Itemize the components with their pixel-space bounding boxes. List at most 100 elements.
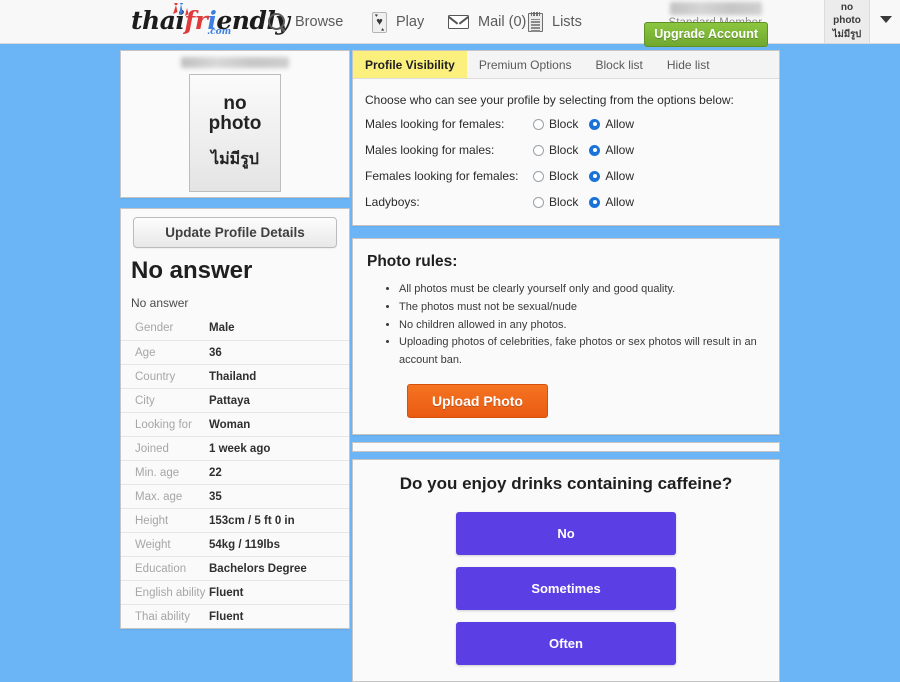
profile-detail-value: Fluent	[209, 586, 244, 599]
account-username-redacted	[670, 2, 762, 15]
poll-option-often[interactable]: Often	[456, 622, 676, 666]
profile-detail-row: Max. age 35	[121, 484, 349, 508]
visibility-radio-group: Block Allow	[533, 195, 634, 209]
no-photo-placeholder[interactable]: no photo ไม่มีรูป	[189, 74, 281, 192]
profile-detail-key: Country	[135, 370, 176, 383]
upload-photo-button[interactable]: Upload Photo	[407, 384, 548, 419]
profile-detail-row: Weight 54kg / 119lbs	[121, 532, 349, 556]
poll-option-sometimes[interactable]: Sometimes	[456, 567, 676, 611]
profile-detail-key: Joined	[135, 442, 169, 455]
site-header: thaifriendly .com Browse ♥ ♥ ♥ Play Mail…	[0, 0, 900, 47]
radio-option-allow[interactable]: Allow	[589, 117, 634, 131]
visibility-row: Males looking for males: Block Allow	[353, 137, 779, 163]
visibility-row: Males looking for females: Block Allow	[353, 111, 779, 137]
avatar-no-label: no	[840, 2, 854, 14]
profile-detail-key: Age	[135, 346, 156, 359]
radio-label-allow: Allow	[605, 195, 635, 209]
radio-block-icon[interactable]	[533, 144, 544, 156]
photo-rule-item: Uploading photos of celebrities, fake ph…	[399, 334, 765, 370]
radio-allow-icon[interactable]	[589, 144, 601, 156]
profile-detail-key: Gender	[135, 322, 174, 335]
nav-label-browse: Browse	[295, 14, 344, 30]
nav-label-play: Play	[396, 14, 425, 30]
profile-details-list: Gender Male Age 36 Country Thailand City Pattay…	[121, 316, 349, 628]
radio-label-block: Block	[549, 143, 579, 157]
no-photo-line1: no	[223, 92, 247, 114]
visibility-row-label: Males looking for females:	[365, 117, 505, 131]
radio-allow-icon[interactable]	[589, 196, 601, 208]
account-avatar[interactable]: no photo ไม่มีรูป	[824, 0, 870, 43]
photo-rules-panel: Photo rules: All photos must be clearly …	[352, 238, 780, 436]
sidebar-column: no photo ไม่มีรูป Update Profile Details…	[120, 50, 350, 630]
radio-allow-icon[interactable]	[589, 170, 601, 182]
nav-item-browse[interactable]: Browse	[268, 10, 343, 34]
radio-block-icon[interactable]	[533, 118, 544, 130]
profile-detail-row: Height 153cm / 5 ft 0 in	[121, 508, 349, 532]
radio-option-block[interactable]: Block	[533, 143, 578, 157]
notepad-icon	[528, 11, 543, 32]
profile-details-panel: Update Profile Details No answer No answ…	[120, 208, 350, 630]
profile-detail-row: Min. age 22	[121, 460, 349, 484]
visibility-radio-group: Block Allow	[533, 117, 634, 131]
profile-detail-key: English ability	[135, 586, 206, 599]
profile-detail-row: Age 36	[121, 340, 349, 364]
tab-hide-list[interactable]: Hide list	[655, 51, 722, 78]
profile-detail-key: Max. age	[135, 490, 183, 503]
search-icon	[268, 13, 286, 31]
nav-item-lists[interactable]: Lists	[528, 10, 582, 34]
nav-item-play[interactable]: ♥ ♥ ♥ Play	[372, 10, 424, 34]
profile-detail-value: 35	[209, 490, 222, 503]
radio-label-allow: Allow	[605, 143, 635, 157]
visibility-radio-group: Block Allow	[533, 143, 634, 157]
visibility-row-label: Females looking for females:	[365, 169, 519, 183]
visibility-row: Females looking for females: Block Allow	[353, 163, 779, 189]
nav-label-lists: Lists	[552, 14, 582, 30]
photo-rules-title: Photo rules:	[367, 253, 458, 270]
main-column: Profile Visibility Premium Options Block l…	[352, 50, 780, 682]
profile-detail-value: 1 week ago	[209, 442, 271, 455]
playing-card-heart-icon: ♥ ♥ ♥	[372, 11, 387, 33]
radio-option-block[interactable]: Block	[533, 169, 578, 183]
profile-detail-key: Height	[135, 514, 169, 527]
tab-premium-options[interactable]: Premium Options	[467, 51, 584, 78]
radio-allow-icon[interactable]	[589, 118, 601, 130]
chevron-down-icon[interactable]	[880, 16, 892, 23]
radio-label-block: Block	[549, 195, 579, 209]
tab-profile-visibility[interactable]: Profile Visibility	[353, 51, 467, 78]
poll-option-no[interactable]: No	[456, 512, 676, 556]
profile-detail-value: 153cm / 5 ft 0 in	[209, 514, 295, 527]
profile-photo-panel: no photo ไม่มีรูป	[120, 50, 350, 198]
radio-option-allow[interactable]: Allow	[589, 169, 634, 183]
site-logo[interactable]: thaifriendly .com	[131, 3, 290, 38]
poll-question: Do you enjoy drinks containing caffeine?	[399, 474, 733, 494]
profile-detail-row: Country Thailand	[121, 364, 349, 388]
profile-detail-value: 36	[209, 346, 222, 359]
photo-rules-list: All photos must be clearly yourself only…	[399, 281, 765, 370]
radio-option-block[interactable]: Block	[533, 195, 578, 209]
avatar-photo-label: photo	[833, 14, 861, 26]
visibility-options-list: Males looking for females: Block Allow Male…	[353, 111, 779, 215]
profile-detail-row: Thai ability Fluent	[121, 604, 349, 628]
radio-option-allow[interactable]: Allow	[589, 143, 634, 157]
no-photo-line2: photo	[208, 112, 262, 134]
visibility-row-label: Males looking for males:	[365, 143, 495, 157]
radio-block-icon[interactable]	[533, 170, 544, 182]
radio-label-allow: Allow	[605, 117, 635, 131]
radio-block-icon[interactable]	[533, 196, 544, 208]
radio-option-allow[interactable]: Allow	[589, 195, 634, 209]
profile-detail-value: Woman	[209, 418, 251, 431]
poll-options-list: No Sometimes Often	[353, 512, 779, 666]
settings-panel: Profile Visibility Premium Options Block l…	[352, 50, 780, 226]
poll-panel: Do you enjoy drinks containing caffeine?…	[352, 459, 780, 682]
tab-block-list[interactable]: Block list	[584, 51, 655, 78]
profile-tagline: No answer	[131, 296, 189, 311]
update-profile-details-button[interactable]: Update Profile Details	[133, 217, 337, 248]
profile-detail-key: Looking for	[135, 418, 192, 431]
radio-label-allow: Allow	[605, 169, 635, 183]
envelope-icon	[448, 15, 469, 29]
photo-rule-item: No children allowed in any photos.	[399, 317, 765, 335]
radio-option-block[interactable]: Block	[533, 117, 578, 131]
radio-label-block: Block	[549, 117, 579, 131]
profile-display-name: No answer	[131, 257, 253, 284]
nav-item-mail[interactable]: Mail (0)	[448, 10, 526, 34]
